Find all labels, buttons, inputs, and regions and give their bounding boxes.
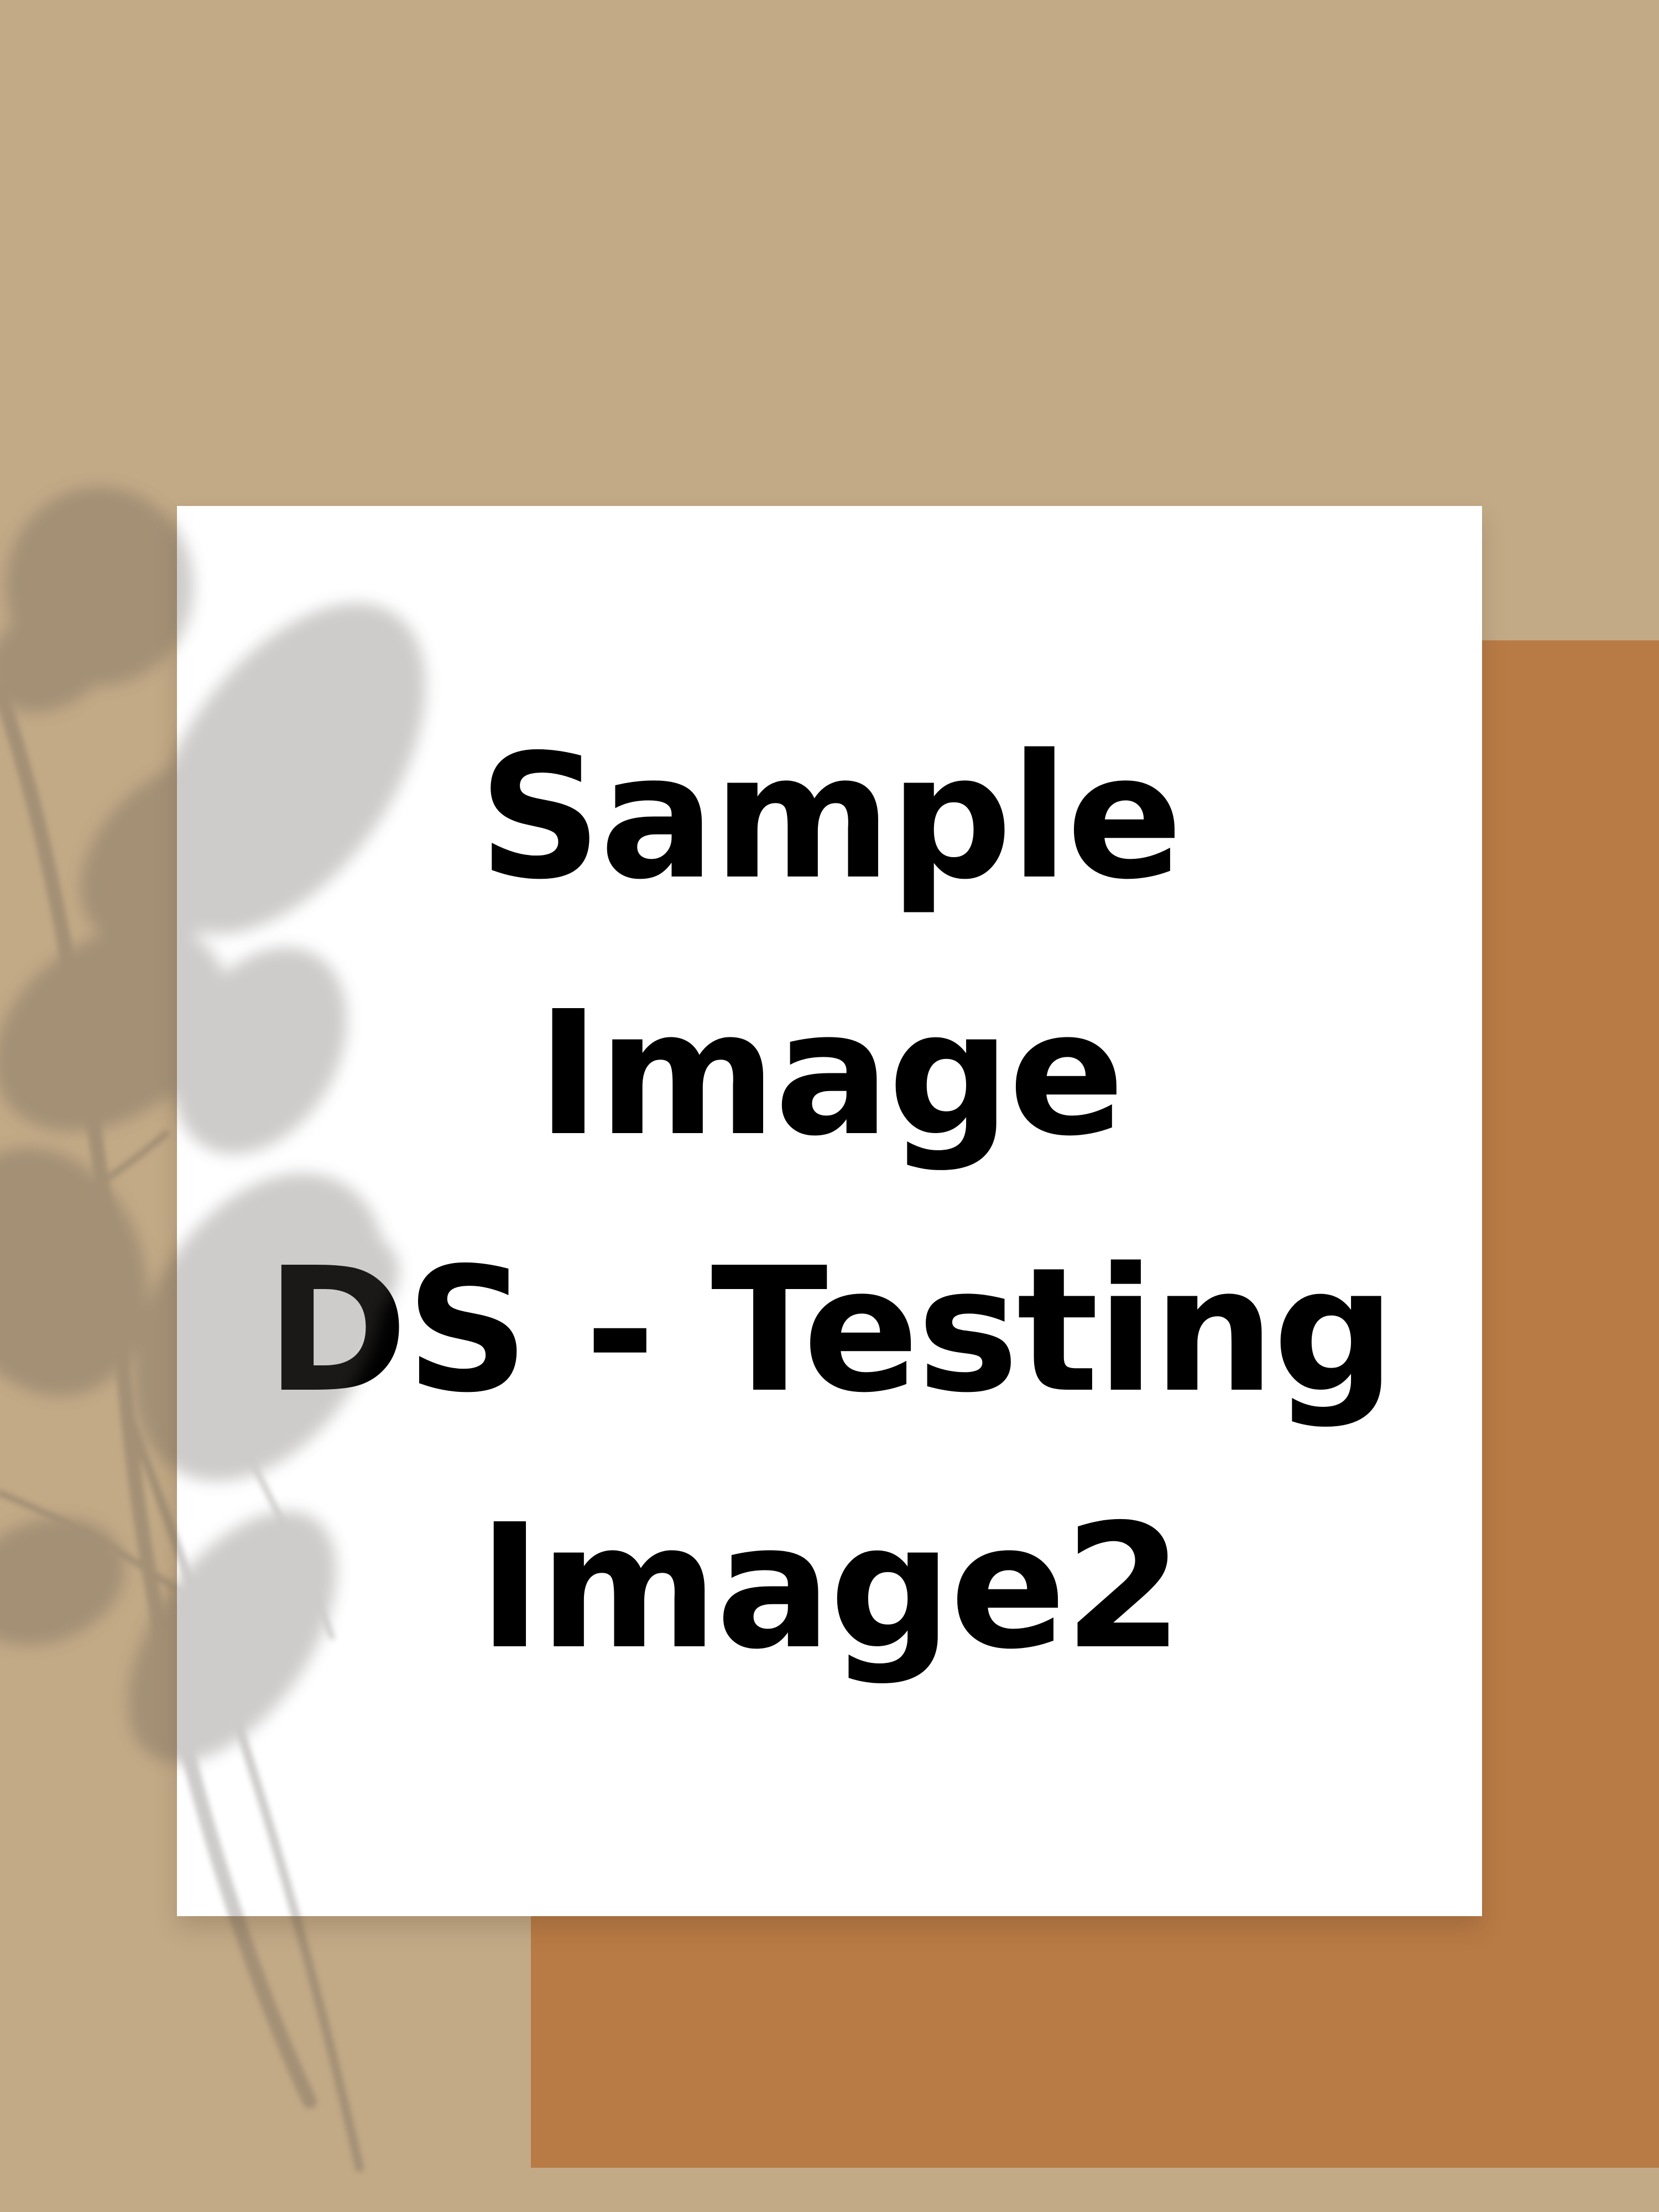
title-line-1: Sample <box>478 718 1183 917</box>
poster: Sample Image DS - Testing Image2 <box>0 0 1659 2212</box>
text-card: Sample Image DS - Testing Image2 <box>177 506 1482 1916</box>
title-line-3: DS - Testing <box>265 1231 1395 1431</box>
title-line-2: Image <box>536 974 1125 1174</box>
card-title: Sample Image DS - Testing Image2 <box>177 506 1482 1916</box>
title-line-4: Image2 <box>478 1488 1183 1687</box>
